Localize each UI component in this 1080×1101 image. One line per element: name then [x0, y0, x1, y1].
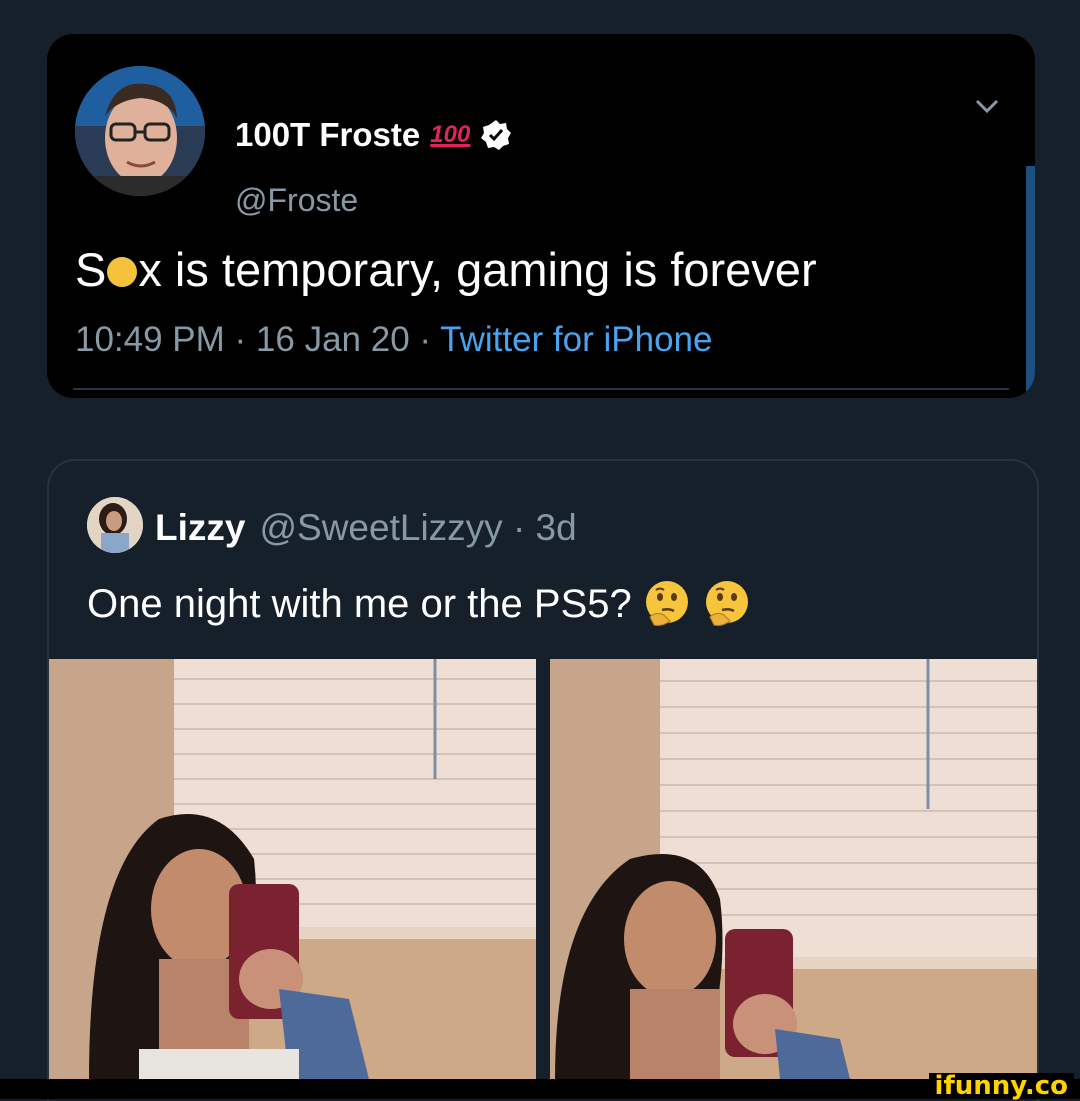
- quoted-tweet-card[interactable]: Lizzy @SweetLizzyy · 3d One night with m…: [47, 459, 1039, 1101]
- tweet-text-start: S: [75, 243, 107, 296]
- timestamp-text[interactable]: 10:49 PM · 16 Jan 20 ·: [75, 320, 440, 359]
- lizzy-avatar[interactable]: [87, 497, 143, 553]
- chevron-down-icon[interactable]: [973, 96, 1001, 116]
- verified-badge-icon: [481, 120, 512, 150]
- face-emoji-icon: [107, 256, 138, 287]
- tweet-source-link[interactable]: Twitter for iPhone: [440, 320, 712, 359]
- user-handle[interactable]: @Froste: [235, 182, 358, 219]
- tweet-text: S x is temporary, gaming is forever: [75, 242, 817, 297]
- hundred-emoji-icon: 100: [430, 121, 471, 148]
- quoted-display-name[interactable]: Lizzy: [155, 507, 245, 549]
- froste-avatar[interactable]: [75, 66, 205, 196]
- thinking-face-icon: [705, 581, 748, 626]
- photo-grid: [49, 659, 1037, 1079]
- ifunny-watermark: ifunny.co: [928, 1073, 1074, 1099]
- display-name[interactable]: 100T Froste: [235, 116, 420, 154]
- tweet-timestamp: 10:49 PM · 16 Jan 20 · Twitter for iPhon…: [75, 320, 712, 360]
- photo-right[interactable]: [550, 659, 1037, 1079]
- quoted-author-row: Lizzy @SweetLizzyy · 3d: [155, 507, 577, 549]
- tweet-text-rest: x is temporary, gaming is forever: [138, 243, 817, 296]
- bottom-bar: [0, 1079, 1080, 1099]
- quoted-handle[interactable]: @SweetLizzyy · 3d: [259, 507, 576, 549]
- divider: [73, 388, 1009, 390]
- quoted-text: One night with me or the PS5?: [87, 581, 632, 626]
- thinking-face-icon: [645, 581, 688, 626]
- main-tweet-card: 100T Froste 100 @Froste S x is temporary…: [47, 34, 1035, 398]
- photo-left[interactable]: [49, 659, 536, 1079]
- display-name-row: 100T Froste 100: [235, 116, 512, 154]
- quoted-tweet-text: One night with me or the PS5?: [87, 579, 752, 629]
- scroll-indicator: [1026, 166, 1035, 398]
